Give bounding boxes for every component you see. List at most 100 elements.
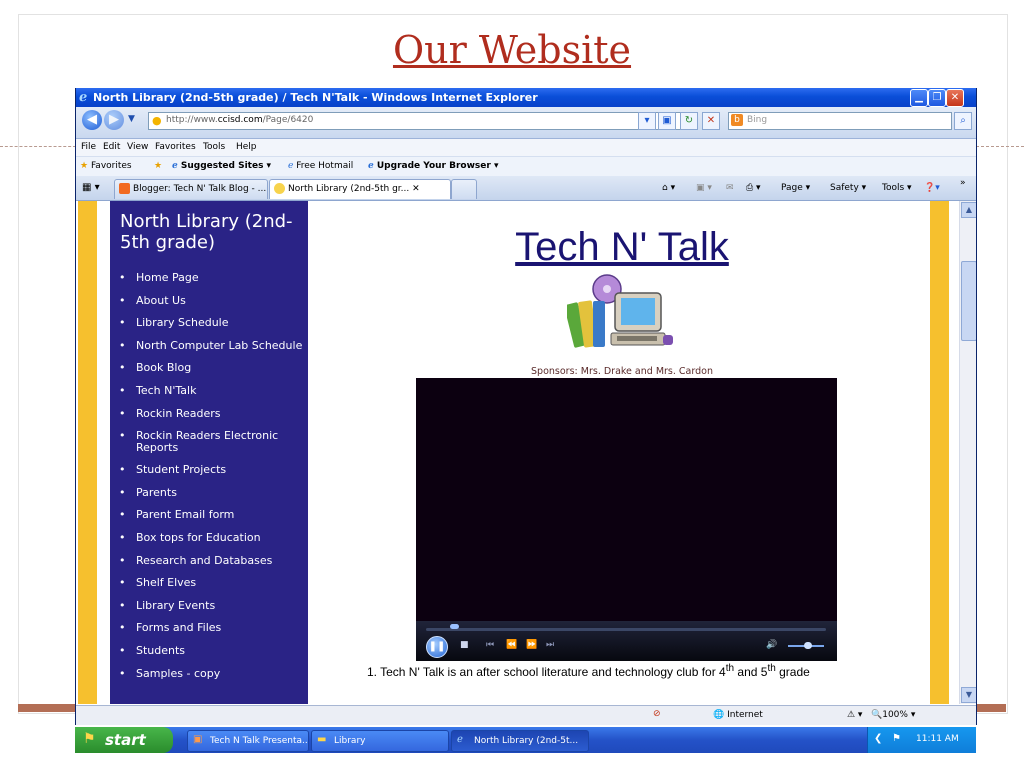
video-seek-bar[interactable] <box>426 628 826 631</box>
volume-icon[interactable]: 🔊 <box>766 640 777 650</box>
fav-free-hotmail[interactable]: ℯ Free Hotmail <box>288 161 353 171</box>
sidebar-item-tech-n-talk[interactable]: Tech N'Talk <box>117 385 307 408</box>
refresh-icon[interactable]: ↻ <box>680 112 698 130</box>
maximize-button[interactable]: ❐ <box>928 89 946 107</box>
search-input[interactable]: b Bing <box>728 112 952 130</box>
rewind-icon[interactable]: ⏪ <box>506 640 517 650</box>
tray-expand-icon[interactable]: ❮ <box>874 733 882 744</box>
fav-suggested-sites[interactable]: ℯ Suggested Sites ▾ <box>172 161 271 171</box>
sidebar-item-library-events[interactable]: Library Events <box>117 599 307 623</box>
sponsors-text: Sponsors: Mrs. Drake and Mrs. Cardon <box>531 366 713 377</box>
zone-label: Internet <box>727 710 763 720</box>
task-north-library[interactable]: ℯ North Library (2nd-5t... <box>451 730 589 752</box>
new-tab-button[interactable] <box>451 179 477 199</box>
scroll-thumb[interactable] <box>961 261 976 341</box>
page-content: North Library (2nd-5th grade) Home Page … <box>76 201 959 704</box>
add-favorite-icon[interactable]: ★ <box>154 161 162 171</box>
menu-view[interactable]: View <box>127 142 148 152</box>
sidebar-item-parents[interactable]: Parents <box>117 486 307 510</box>
mail-icon[interactable]: ✉ <box>726 183 734 193</box>
favorites-label: Favorites <box>90 161 132 171</box>
ie-icon: ℯ <box>172 161 178 171</box>
tab-label: North Library (2nd-5th gr... ✕ <box>288 184 420 194</box>
tools-menu[interactable]: Tools ▾ <box>882 183 912 193</box>
privacy-icon[interactable]: ⊘ <box>653 709 661 719</box>
tab-blogger[interactable]: Blogger: Tech N' Talk Blog - ... <box>114 179 268 199</box>
scroll-down-icon[interactable]: ▼ <box>961 687 976 703</box>
ie-logo-icon: ℯ <box>79 90 88 105</box>
sidebar-item-rockin-readers[interactable]: Rockin Readers <box>117 407 307 431</box>
address-bar[interactable]: ● http://www.ccisd.com/Page/6420 <box>148 112 685 130</box>
minimize-button[interactable]: ▁ <box>910 89 928 107</box>
ie-icon: ℯ <box>288 161 294 171</box>
caption-sup: th <box>767 663 776 674</box>
sidebar-item-about-us[interactable]: About Us <box>117 294 307 318</box>
task-presentation[interactable]: ▣ Tech N Talk Presenta... <box>187 730 309 752</box>
folder-icon: ▬ <box>317 734 327 745</box>
video-player[interactable]: ❚❚ ■ ⏮ ⏪ ⏩ ⏭ 🔊 <box>416 378 837 661</box>
sidebar-item-book-blog[interactable]: Book Blog <box>117 362 307 385</box>
stop-icon[interactable]: ✕ <box>702 112 720 130</box>
close-button[interactable]: ✕ <box>946 89 964 107</box>
feeds-icon[interactable]: ▣ ▾ <box>696 183 712 193</box>
favorites-button[interactable]: ★ Favorites <box>80 161 132 171</box>
caption-text: and 5 <box>734 665 768 679</box>
sidebar-item-shelf-elves[interactable]: Shelf Elves <box>117 577 307 600</box>
sidebar-item-research-databases[interactable]: Research and Databases <box>117 554 307 578</box>
history-dropdown-icon[interactable]: ▼ <box>128 114 135 124</box>
menu-file[interactable]: File <box>81 142 96 152</box>
sidebar-item-home-page[interactable]: Home Page <box>117 272 307 295</box>
back-button[interactable]: ◀ <box>82 110 102 130</box>
menu-help[interactable]: Help <box>236 142 257 152</box>
network-icon[interactable]: ⚑ <box>892 733 901 744</box>
previous-icon[interactable]: ⏮ <box>486 640 494 650</box>
sidebar-item-forms-files[interactable]: Forms and Files <box>117 622 307 645</box>
zoom-level: 100% <box>882 710 908 720</box>
tab-label: Blogger: Tech N' Talk Blog - ... <box>133 184 267 194</box>
page-heading[interactable]: Tech N' Talk <box>329 225 915 270</box>
protected-mode-icon[interactable]: ⚠ ▾ <box>847 710 862 720</box>
sidebar-item-parent-email-form[interactable]: Parent Email form <box>117 509 307 532</box>
ie-icon: ℯ <box>457 734 463 745</box>
start-button[interactable]: ⚑ start <box>75 727 173 753</box>
home-icon[interactable]: ⌂ ▾ <box>662 183 675 193</box>
fav-upgrade-browser[interactable]: ℯ Upgrade Your Browser ▾ <box>368 161 498 171</box>
sidebar-item-students[interactable]: Students <box>117 645 307 668</box>
menu-favorites[interactable]: Favorites <box>155 142 196 152</box>
page-menu[interactable]: Page ▾ <box>781 183 810 193</box>
menu-tools[interactable]: Tools <box>203 142 225 152</box>
stop-video-icon[interactable]: ■ <box>460 640 469 650</box>
print-icon[interactable]: ⎙ ▾ <box>746 183 761 193</box>
search-button[interactable]: ⌕ <box>954 112 972 130</box>
help-icon[interactable]: ❓▾ <box>924 183 940 193</box>
pause-button[interactable]: ❚❚ <box>426 636 448 658</box>
fast-forward-icon[interactable]: ⏩ <box>526 640 537 650</box>
sidebar-item-samples-copy[interactable]: Samples - copy <box>117 667 307 691</box>
sidebar-item-lab-schedule[interactable]: North Computer Lab Schedule <box>117 339 307 363</box>
scroll-up-icon[interactable]: ▲ <box>961 202 976 218</box>
sidebar-item-rockin-readers-reports[interactable]: Rockin Readers Electronic Reports <box>117 430 307 464</box>
tab-north-library[interactable]: North Library (2nd-5th gr... ✕ <box>269 179 451 199</box>
volume-thumb[interactable] <box>804 642 812 649</box>
sidebar-item-student-projects[interactable]: Student Projects <box>117 464 307 487</box>
compatibility-view-icon[interactable]: ▣ <box>658 112 676 130</box>
sidebar-item-box-tops[interactable]: Box tops for Education <box>117 532 307 555</box>
next-icon[interactable]: ⏭ <box>546 640 554 650</box>
sidebar-title: North Library (2nd-5th grade) <box>120 211 293 253</box>
video-seek-thumb[interactable] <box>450 624 459 629</box>
safety-menu[interactable]: Safety ▾ <box>830 183 866 193</box>
security-zone: 🌐 Internet <box>713 710 763 720</box>
forward-button[interactable]: ▶ <box>104 110 124 130</box>
browser-titlebar[interactable]: ℯ North Library (2nd-5th grade) / Tech N… <box>76 88 976 107</box>
page-border-left <box>78 201 97 704</box>
powerpoint-icon: ▣ <box>193 734 203 745</box>
address-dropdown-icon[interactable]: ▾ <box>638 112 656 130</box>
zoom-control[interactable]: 🔍100% ▾ <box>871 710 915 720</box>
start-label: start <box>105 731 146 749</box>
task-library-folder[interactable]: ▬ Library <box>311 730 449 752</box>
quick-tabs-icon[interactable]: ▦ ▾ <box>82 182 100 193</box>
toolbar-overflow-icon[interactable]: » <box>960 178 966 188</box>
menu-edit[interactable]: Edit <box>103 142 120 152</box>
sidebar-item-library-schedule[interactable]: Library Schedule <box>117 317 307 340</box>
vertical-scrollbar[interactable]: ▲ ▼ <box>959 201 976 704</box>
